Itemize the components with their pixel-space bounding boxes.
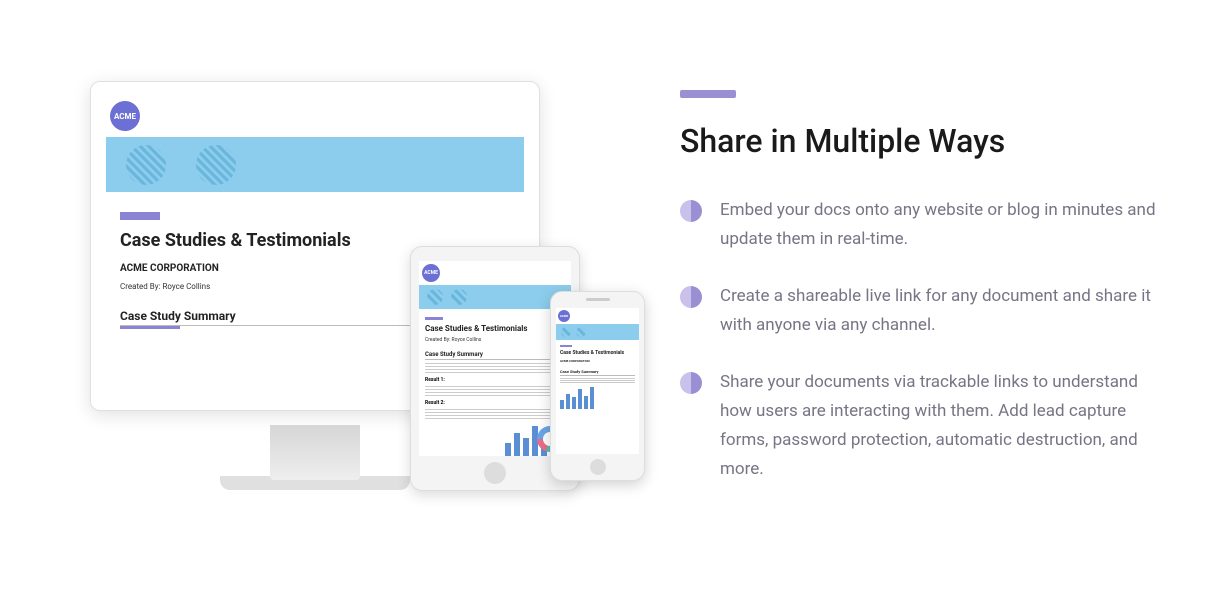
monitor-foot — [220, 476, 410, 490]
phone-mockup: ACME Case Studies & Testimonials ACME CO… — [550, 291, 645, 481]
body-placeholder — [425, 409, 565, 419]
acme-logo: ACME — [110, 101, 140, 131]
doc-banner — [106, 137, 524, 192]
section-heading: Share in Multiple Ways — [680, 122, 1172, 160]
body-placeholder — [560, 378, 635, 384]
feature-content: Share in Multiple Ways Embed your docs o… — [620, 90, 1172, 511]
bullet-text: Share your documents via trackable links… — [720, 368, 1172, 484]
feature-bullet-2: Create a shareable live link for any doc… — [680, 282, 1172, 340]
doc-section-heading: Case Study Summary — [560, 369, 639, 374]
doc-banner — [556, 324, 639, 340]
feature-bullet-1: Embed your docs onto any website or blog… — [680, 196, 1172, 254]
doc-company: ACME CORPORATION — [560, 359, 639, 363]
body-placeholder — [425, 386, 565, 396]
tablet-screen: ACME Case Studies & Testimonials Created… — [419, 261, 571, 456]
bullet-text: Create a shareable live link for any doc… — [720, 282, 1172, 340]
bullet-icon — [680, 286, 702, 308]
accent-bar — [560, 345, 572, 347]
accent-bar — [120, 212, 160, 220]
acme-logo: ACME — [558, 310, 570, 322]
acme-logo: ACME — [422, 264, 440, 282]
accent-bar — [425, 317, 443, 320]
doc-title: Case Studies & Testimonials — [560, 350, 639, 356]
device-mockups: ACME Case Studies & Testimonials ACME CO… — [60, 71, 620, 531]
feature-bullet-3: Share your documents via trackable links… — [680, 368, 1172, 484]
bullet-icon — [680, 200, 702, 222]
section-accent-bar — [680, 90, 736, 98]
doc-banner — [419, 285, 571, 309]
bullet-text: Embed your docs onto any website or blog… — [720, 196, 1172, 254]
bar-chart-icon — [560, 387, 600, 409]
body-placeholder — [425, 363, 565, 373]
bullet-icon — [680, 372, 702, 394]
phone-screen: ACME Case Studies & Testimonials ACME CO… — [556, 308, 639, 454]
divider — [560, 375, 635, 376]
divider — [425, 359, 565, 360]
divider-accent — [120, 326, 180, 329]
